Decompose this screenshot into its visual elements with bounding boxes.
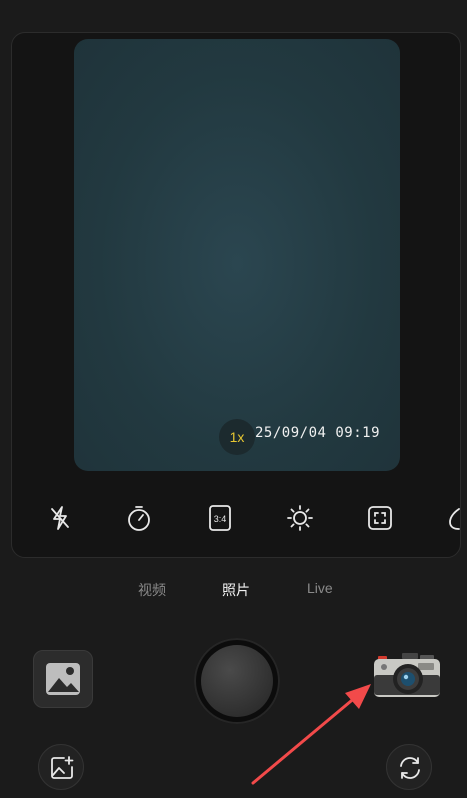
timer-icon[interactable] (124, 503, 154, 533)
add-image-icon (51, 756, 74, 779)
partial-icon[interactable] (445, 503, 460, 533)
focus-frame-icon[interactable] (365, 503, 395, 533)
flash-off-icon[interactable] (45, 503, 75, 533)
mode-video-tab[interactable]: 视频 (138, 580, 166, 600)
shutter-button[interactable] (194, 638, 280, 724)
camera-viewfinder: 1x 25/09/04 09:19 (74, 39, 400, 471)
camera-frame: 1x 25/09/04 09:19 3:4 (11, 32, 461, 558)
add-photo-button[interactable] (38, 744, 84, 790)
mode-live-tab[interactable]: Live (307, 580, 333, 596)
brightness-icon[interactable] (285, 503, 315, 533)
gallery-thumbnail-button[interactable] (33, 650, 93, 708)
zoom-button[interactable]: 1x (219, 419, 255, 455)
refresh-icon (400, 757, 420, 779)
shutter-inner (201, 645, 273, 717)
aspect-ratio-label: 3:4 (214, 514, 227, 524)
mode-switcher: 视频 照片 Live (0, 580, 467, 600)
switch-camera-button[interactable] (386, 744, 432, 790)
date-time-stamp: 25/09/04 09:19 (255, 425, 381, 441)
camera-toolbar: 3:4 (12, 495, 460, 539)
image-icon (46, 663, 80, 695)
aspect-ratio-button[interactable]: 3:4 (205, 503, 235, 533)
mode-photo-tab[interactable]: 照片 (222, 580, 250, 600)
retro-camera-icon[interactable] (372, 651, 442, 701)
